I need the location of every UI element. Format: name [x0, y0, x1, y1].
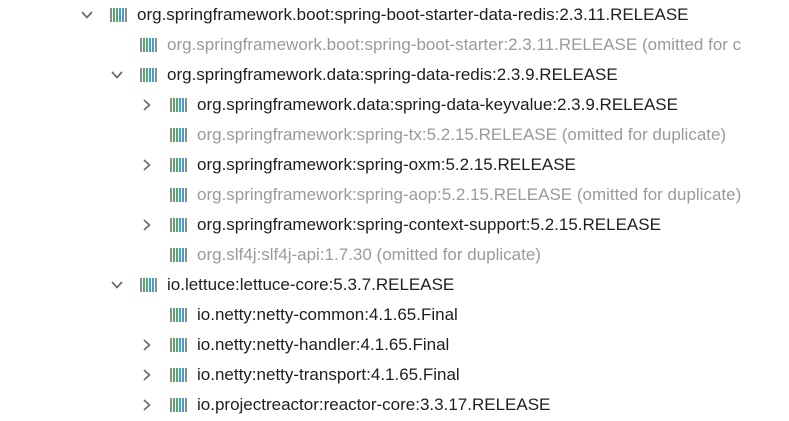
chevron-right-icon[interactable]: [140, 90, 154, 120]
chevron-right-icon[interactable]: [140, 150, 154, 180]
maven-library-icon: [139, 68, 159, 82]
chevron-right-icon[interactable]: [140, 390, 154, 420]
chevron-down-icon[interactable]: [80, 0, 94, 30]
maven-library-icon: [169, 308, 189, 322]
chevron-down-icon[interactable]: [110, 270, 124, 300]
dependency-label: org.springframework:spring-oxm:5.2.15.RE…: [197, 155, 576, 174]
maven-library-icon: [169, 368, 189, 382]
maven-library-icon: [169, 218, 189, 232]
dependency-label: org.springframework:spring-tx:5.2.15.REL…: [197, 125, 727, 144]
dependency-label: org.springframework:spring-context-suppo…: [197, 215, 661, 234]
tree-row[interactable]: io.projectreactor:reactor-core:3.3.17.RE…: [0, 390, 789, 420]
dependency-label: org.springframework:spring-aop:5.2.15.RE…: [197, 185, 742, 204]
chevron-right-icon[interactable]: [140, 360, 154, 390]
chevron-right-icon[interactable]: [140, 330, 154, 360]
tree-row[interactable]: org.springframework:spring-oxm:5.2.15.RE…: [0, 150, 789, 180]
maven-library-icon: [169, 338, 189, 352]
dependency-label: org.slf4j:slf4j-api:1.7.30 (omitted for …: [197, 245, 541, 264]
tree-row[interactable]: org.slf4j:slf4j-api:1.7.30 (omitted for …: [0, 240, 789, 270]
tree-row[interactable]: io.netty:netty-handler:4.1.65.Final: [0, 330, 789, 360]
maven-library-icon: [139, 278, 159, 292]
tree-row[interactable]: org.springframework:spring-context-suppo…: [0, 210, 789, 240]
chevron-down-icon[interactable]: [110, 60, 124, 90]
dependency-label: org.springframework.data:spring-data-red…: [167, 65, 618, 84]
dependency-label: io.netty:netty-transport:4.1.65.Final: [197, 365, 460, 384]
dependency-label: io.netty:netty-handler:4.1.65.Final: [197, 335, 450, 354]
dependency-label: org.springframework.boot:spring-boot-sta…: [167, 35, 742, 54]
tree-row[interactable]: io.netty:netty-common:4.1.65.Final: [0, 300, 789, 330]
maven-library-icon: [169, 188, 189, 202]
maven-library-icon: [169, 158, 189, 172]
maven-library-icon: [169, 98, 189, 112]
tree-row[interactable]: org.springframework.data:spring-data-key…: [0, 90, 789, 120]
tree-row[interactable]: org.springframework:spring-tx:5.2.15.REL…: [0, 120, 789, 150]
dependency-label: io.netty:netty-common:4.1.65.Final: [197, 305, 458, 324]
tree-row[interactable]: org.springframework.data:spring-data-red…: [0, 60, 789, 90]
dependency-label: io.lettuce:lettuce-core:5.3.7.RELEASE: [167, 275, 455, 294]
maven-library-icon: [139, 38, 159, 52]
tree-row[interactable]: org.springframework.boot:spring-boot-sta…: [0, 0, 789, 30]
dependency-tree: org.springframework.boot:spring-boot-sta…: [0, 0, 789, 421]
maven-library-icon: [169, 398, 189, 412]
maven-library-icon: [169, 248, 189, 262]
tree-row[interactable]: io.netty:netty-transport:4.1.65.Final: [0, 360, 789, 390]
tree-row[interactable]: org.springframework.boot:spring-boot-sta…: [0, 30, 789, 60]
dependency-label: org.springframework.boot:spring-boot-sta…: [137, 5, 689, 24]
dependency-label: io.projectreactor:reactor-core:3.3.17.RE…: [197, 395, 551, 414]
tree-row[interactable]: io.lettuce:lettuce-core:5.3.7.RELEASE: [0, 270, 789, 300]
tree-row[interactable]: org.springframework:spring-aop:5.2.15.RE…: [0, 180, 789, 210]
maven-library-icon: [109, 8, 129, 22]
maven-library-icon: [169, 128, 189, 142]
chevron-right-icon[interactable]: [140, 210, 154, 240]
dependency-label: org.springframework.data:spring-data-key…: [197, 95, 678, 114]
